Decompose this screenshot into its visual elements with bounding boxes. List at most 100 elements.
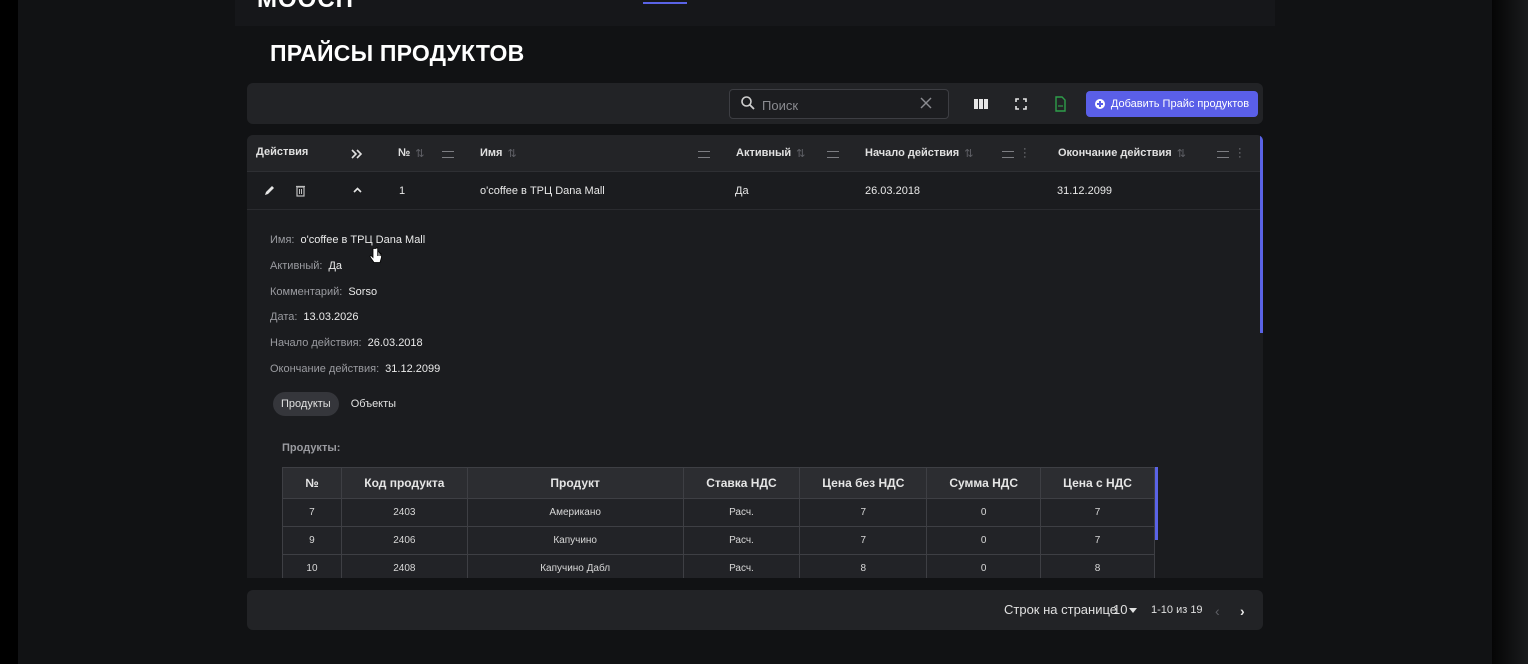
- edit-icon[interactable]: [263, 184, 276, 197]
- products-row[interactable]: 10 2408 Капучино Дабл Расч. 8 0 8: [282, 554, 1155, 578]
- col-end-label: Окончание действия: [1058, 147, 1172, 159]
- products-col-code: Код продукта: [340, 467, 468, 499]
- products-col-vat-sum: Сумма НДС: [926, 467, 1042, 499]
- detail-value: o'coffee в ТРЦ Dana Mall: [300, 234, 426, 246]
- table-scrollbar[interactable]: [1260, 135, 1263, 333]
- pagination-bar: Строк на странице 10 1-10 из 19 ‹ ›: [247, 590, 1263, 630]
- drag-handle-icon[interactable]: [1217, 151, 1229, 158]
- expand-all-icon[interactable]: [351, 148, 363, 160]
- detail-value: 31.12.2099: [385, 363, 441, 375]
- detail-comment: Комментарий: Sorso: [270, 286, 377, 298]
- cell: Американо: [466, 498, 684, 527]
- detail-value: Да: [328, 260, 343, 272]
- hand-cursor-icon: [369, 247, 382, 263]
- sort-icon[interactable]: ⇅: [415, 147, 424, 160]
- products-col-price-gross: Цена с НДС: [1040, 467, 1155, 499]
- fullscreen-icon[interactable]: [1012, 95, 1030, 113]
- col-name-label: Имя: [480, 147, 503, 159]
- cell: Расч.: [682, 554, 801, 578]
- col-active[interactable]: Активный ⇅: [736, 135, 805, 171]
- side-shade: [1492, 0, 1528, 664]
- cell: Капучино Дабл: [466, 554, 684, 578]
- products-header-row: № Код продукта Продукт Ставка НДС Цена б…: [282, 467, 1155, 499]
- export-csv-icon[interactable]: [1051, 95, 1069, 113]
- column-menu-icon[interactable]: · · ·: [1023, 144, 1027, 163]
- detail-value: Sorso: [348, 286, 378, 298]
- sort-icon[interactable]: ⇅: [796, 147, 805, 160]
- page-title: ПРАЙСЫ ПРОДУКТОВ: [270, 40, 525, 66]
- detail-label: Активный:: [270, 260, 323, 272]
- detail-value: 13.03.2026: [303, 311, 359, 323]
- col-start-label: Начало действия: [865, 147, 960, 159]
- drag-handle-icon[interactable]: [698, 151, 710, 158]
- chevron-up-icon[interactable]: [352, 185, 363, 195]
- cell: 7: [799, 498, 928, 527]
- top-navbar: MOOCH: [235, 0, 1275, 26]
- products-row[interactable]: 7 2403 Американо Расч. 7 0 7: [282, 498, 1155, 527]
- detail-label: Дата:: [270, 311, 298, 323]
- tab-objects[interactable]: Объекты: [343, 392, 404, 416]
- clear-icon[interactable]: [918, 95, 934, 111]
- delete-icon[interactable]: [295, 184, 306, 197]
- row-active: Да: [735, 184, 749, 197]
- row-end: 31.12.2099: [1057, 184, 1113, 197]
- table-header: Действия № ⇅ Имя ⇅ Активный ⇅ Начало действ…: [247, 135, 1260, 172]
- sort-icon[interactable]: ⇅: [964, 147, 973, 160]
- cell: 7: [1040, 498, 1155, 527]
- cell: 2408: [340, 554, 468, 578]
- products-table: № Код продукта Продукт Ставка НДС Цена б…: [282, 467, 1155, 578]
- add-price-button[interactable]: Добавить Прайс продуктов: [1086, 91, 1258, 117]
- tab-products[interactable]: Продукты: [273, 392, 339, 416]
- next-page-icon[interactable]: ›: [1240, 603, 1245, 619]
- search-box[interactable]: [729, 89, 949, 119]
- row-name: o'coffee в ТРЦ Dana Mall: [480, 184, 605, 197]
- products-col-price-net: Цена без НДС: [799, 467, 928, 499]
- cell: Капучино: [466, 526, 684, 555]
- app-logo[interactable]: MOOCH: [257, 0, 354, 14]
- rows-per-page-select[interactable]: 10: [1113, 602, 1127, 617]
- cell: 10: [282, 554, 342, 578]
- col-active-label: Активный: [736, 147, 792, 159]
- pagination-range: 1-10 из 19: [1151, 604, 1203, 616]
- table-row[interactable]: 1 o'coffee в ТРЦ Dana Mall Да 26.03.2018…: [247, 172, 1260, 210]
- dropdown-caret-icon[interactable]: [1129, 608, 1137, 613]
- search-input[interactable]: [760, 95, 914, 115]
- products-section-title: Продукты:: [282, 442, 341, 454]
- col-actions: Действия: [256, 146, 309, 158]
- add-price-button-label: Добавить Прайс продуктов: [1110, 98, 1250, 110]
- col-name[interactable]: Имя ⇅: [480, 135, 517, 171]
- prev-page-icon[interactable]: ‹: [1215, 603, 1220, 619]
- cell: 7: [282, 498, 342, 527]
- columns-icon[interactable]: [972, 95, 990, 113]
- products-table-scrollbar[interactable]: [1155, 467, 1158, 540]
- col-end[interactable]: Окончание действия ⇅: [1058, 135, 1186, 171]
- cell: 0: [926, 554, 1042, 578]
- col-number-label: №: [398, 147, 411, 159]
- col-start[interactable]: Начало действия ⇅: [865, 135, 973, 171]
- sort-icon[interactable]: ⇅: [507, 147, 516, 160]
- detail-end: Окончание действия: 31.12.2099: [270, 363, 440, 375]
- col-number[interactable]: № ⇅: [398, 135, 424, 171]
- search-icon: [741, 96, 755, 110]
- detail-label: Имя:: [270, 234, 295, 246]
- detail-tabs: Продукты Объекты: [273, 392, 404, 416]
- drag-handle-icon[interactable]: [827, 151, 839, 158]
- products-row[interactable]: 9 2406 Капучино Расч. 7 0 7: [282, 526, 1155, 555]
- detail-date: Дата: 13.03.2026: [270, 311, 358, 323]
- detail-label: Начало действия:: [270, 337, 362, 349]
- cell: 7: [799, 526, 928, 555]
- table-toolbar: Добавить Прайс продуктов: [247, 83, 1263, 124]
- sort-icon[interactable]: ⇅: [1177, 147, 1186, 160]
- column-menu-icon[interactable]: · · ·: [1238, 144, 1242, 163]
- detail-name: Имя: o'coffee в ТРЦ Dana Mall: [270, 234, 425, 246]
- add-circle-icon: [1094, 99, 1105, 109]
- price-table: Действия № ⇅ Имя ⇅ Активный ⇅ Начало действ…: [247, 135, 1263, 578]
- detail-start: Начало действия: 26.03.2018: [270, 337, 423, 349]
- drag-handle-icon[interactable]: [1002, 151, 1014, 158]
- drag-handle-icon[interactable]: [442, 151, 454, 158]
- cell: 7: [1040, 526, 1155, 555]
- cell: 2403: [340, 498, 468, 527]
- cell: 0: [926, 498, 1042, 527]
- detail-label: Комментарий:: [270, 286, 343, 298]
- cell: 0: [926, 526, 1042, 555]
